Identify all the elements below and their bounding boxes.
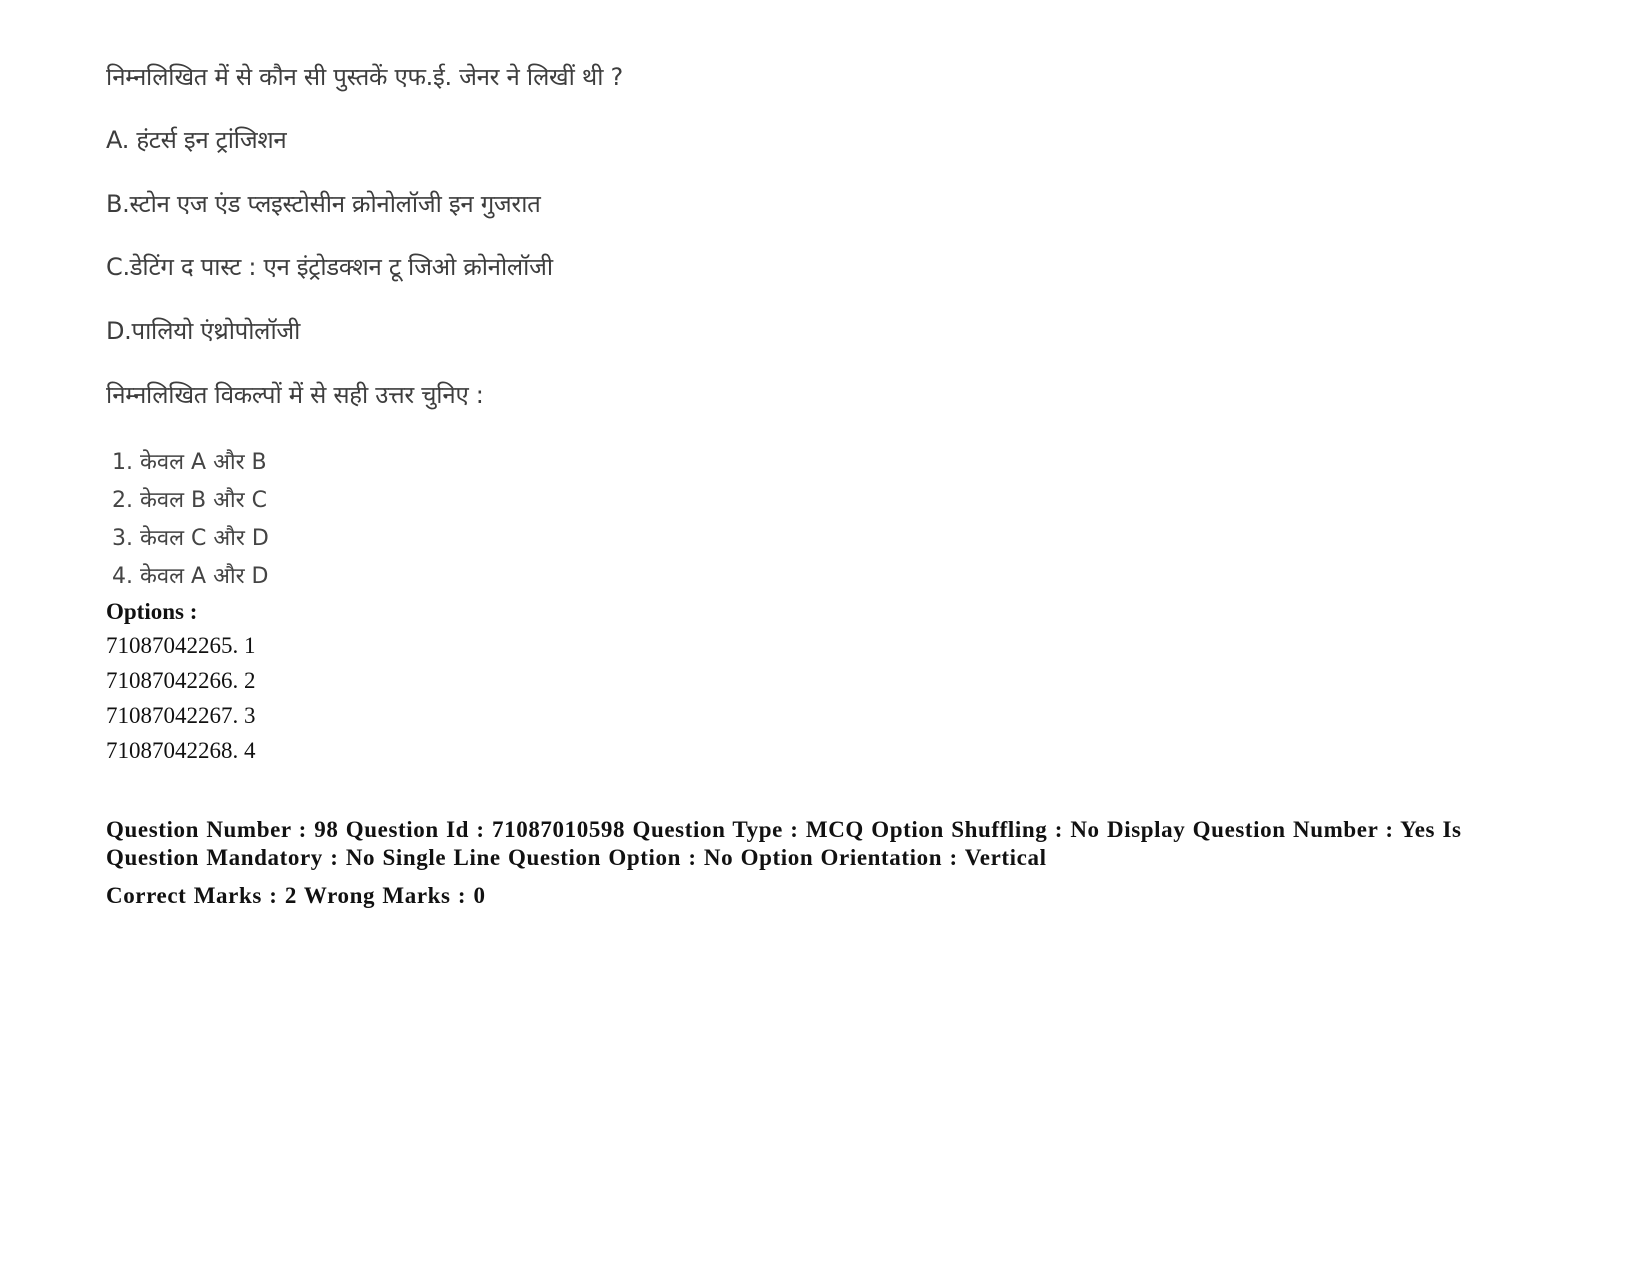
statement-a: A. हंटर्स इन ट्रांजिशन — [106, 126, 287, 154]
instruction-text: निम्नलिखित विकल्पों में से सही उत्तर चुन… — [106, 381, 484, 409]
choice-2: 2. केवल B और C — [112, 488, 267, 513]
choice-4: 4. केवल A और D — [112, 564, 269, 589]
options-label: Options : — [106, 599, 198, 624]
question-stem: निम्नलिखित में से कौन सी पुस्तकें एफ.ई. … — [106, 63, 623, 91]
option-item-3: 71087042267. 3 — [106, 703, 256, 728]
option-item-1: 71087042265. 1 — [106, 633, 256, 658]
statement-d: D.पालियो एंथ्रोपोलॉजी — [106, 317, 301, 345]
marks-line: Correct Marks : 2 Wrong Marks : 0 — [106, 883, 486, 908]
question-meta-line: Question Number : 98 Question Id : 71087… — [106, 817, 1462, 870]
choice-3: 3. केवल C और D — [112, 526, 269, 551]
document-page: निम्नलिखित में से कौन सी पुस्तकें एफ.ई. … — [0, 0, 1650, 1275]
choice-1: 1. केवल A और B — [112, 450, 267, 475]
statement-c: C.डेटिंग द पास्ट : एन इंट्रोडक्शन टू जिओ… — [106, 253, 553, 281]
option-item-2: 71087042266. 2 — [106, 668, 256, 693]
statement-b: B.स्टोन एज एंड प्लइस्टोसीन क्रोनोलॉजी इन… — [106, 190, 541, 218]
option-item-4: 71087042268. 4 — [106, 738, 256, 763]
